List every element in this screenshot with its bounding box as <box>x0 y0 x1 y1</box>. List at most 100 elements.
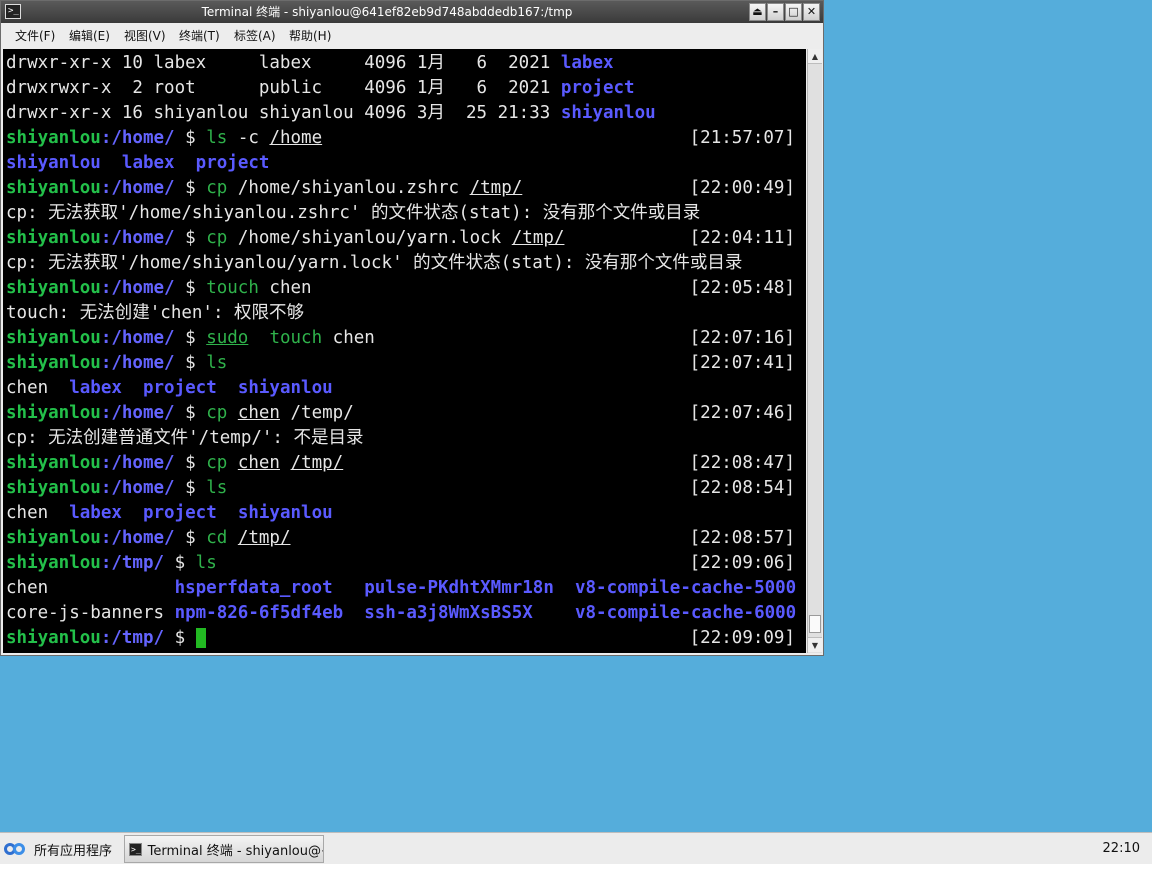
menu-terminal[interactable]: 终端(T) <box>179 23 220 49</box>
terminal-icon[interactable]: >_ <box>5 4 21 19</box>
terminal-line: shiyanlou:/tmp/ $ [22:09:09] <box>6 626 806 651</box>
terminal-text: cp: 无法获取'/home/shiyanlou.zshrc' 的文件状态(st… <box>6 203 701 223</box>
terminal-text: /tmp/ <box>469 178 523 198</box>
prompt-timestamp: [22:07:16] <box>689 328 795 348</box>
terminal-text: :/home/ <box>100 403 175 423</box>
menu-tabs[interactable]: 标签(A) <box>234 23 276 49</box>
terminal-text: :/home/ <box>100 278 175 298</box>
menu-file[interactable]: 文件(F) <box>15 23 55 49</box>
terminal-text: cp <box>206 453 228 473</box>
terminal-text: labex <box>69 503 122 523</box>
terminal-text: sudo <box>206 328 249 348</box>
terminal-text: $ <box>174 353 207 373</box>
terminal-line: shiyanlou:/tmp/ $ ls [22:09:06] <box>6 551 806 576</box>
terminal-line: cp: 无法创建普通文件'/temp/': 不是目录 <box>6 426 806 451</box>
terminal-text: /tmp/ <box>511 228 565 248</box>
menu-edit[interactable]: 编辑(E) <box>69 23 110 49</box>
terminal-text: /tmp/ <box>290 453 344 473</box>
terminal-scrollbar[interactable]: ▲ ▼ <box>807 49 822 653</box>
terminal-line: touch: 无法创建'chen': 权限不够 <box>6 301 806 326</box>
prompt-user: shiyanlou <box>6 178 101 198</box>
terminal-text: $ <box>174 128 207 148</box>
terminal-line: shiyanlou:/home/ $ cd /tmp/ [22:08:57] <box>6 526 806 551</box>
prompt-timestamp: [22:08:47] <box>689 453 795 473</box>
terminal-text: cd <box>206 528 228 548</box>
menu-help[interactable]: 帮助(H) <box>289 23 331 49</box>
terminal-text: $ <box>174 478 207 498</box>
prompt-user: shiyanlou <box>6 128 101 148</box>
terminal-text: project <box>195 153 270 173</box>
terminal-text: $ <box>164 553 196 573</box>
scrollbar-thumb[interactable] <box>809 615 821 633</box>
terminal-text: npm-826-6f5df4eb <box>174 603 344 623</box>
prompt-timestamp: [21:57:07] <box>689 128 795 148</box>
maximize-button[interactable]: □ <box>785 3 802 21</box>
terminal-line: shiyanlou:/home/ $ ls -c /home [21:57:07] <box>6 126 806 151</box>
prompt-timestamp: [22:07:41] <box>689 353 795 373</box>
terminal-output[interactable]: drwxr-xr-x 10 labex labex 4096 1月 6 2021… <box>3 49 806 653</box>
terminal-text: $ <box>164 628 196 648</box>
terminal-line: shiyanlou:/home/ $ ls [22:07:41] <box>6 351 806 376</box>
terminal-text: $ <box>174 178 207 198</box>
terminal-text: $ <box>174 453 207 473</box>
prompt-user: shiyanlou <box>6 328 101 348</box>
terminal-text: $ <box>174 328 207 348</box>
terminal-text: $ <box>174 228 207 248</box>
terminal-text: shiyanlou <box>237 378 333 398</box>
task-label: Terminal 终端 - shiyanlou@⋯ <box>147 843 324 859</box>
prompt-timestamp: [22:08:54] <box>689 478 795 498</box>
terminal-text: shiyanlou <box>560 103 656 123</box>
terminal-text: :/home/ <box>100 128 175 148</box>
terminal-text: drwxrwxr-x 2 root public 4096 1月 6 2021 <box>6 78 561 98</box>
prompt-timestamp: [22:09:09] <box>689 628 795 648</box>
window-controls: ⏏ – □ ✕ <box>748 3 820 21</box>
terminal-line: shiyanlou:/home/ $ cp /home/shiyanlou/ya… <box>6 226 806 251</box>
terminal-text: chen <box>258 278 312 298</box>
scroll-down-icon[interactable]: ▼ <box>808 637 822 652</box>
terminal-text: project <box>142 503 217 523</box>
terminal-text: cp: 无法获取'/home/shiyanlou/yarn.lock' 的文件状… <box>6 253 743 273</box>
terminal-text: project <box>142 378 217 398</box>
shade-button[interactable]: ⏏ <box>749 3 766 21</box>
terminal-line: shiyanlou:/home/ $ cp /home/shiyanlou.zs… <box>6 176 806 201</box>
terminal-text: labex <box>69 378 122 398</box>
taskbar: 所有应用程序 >_ Terminal 终端 - shiyanlou@⋯ 22:1… <box>0 832 1152 864</box>
terminal-text: shiyanlou <box>237 503 333 523</box>
terminal-icon: >_ <box>129 842 142 856</box>
prompt-user: shiyanlou <box>6 553 101 573</box>
prompt-user: shiyanlou <box>6 528 101 548</box>
terminal-line: chen labex project shiyanlou <box>6 376 806 401</box>
terminal-line: shiyanlou:/home/ $ ls [22:08:54] <box>6 476 806 501</box>
terminal-text: :/home/ <box>100 478 175 498</box>
menu-view[interactable]: 视图(V) <box>124 23 166 49</box>
applications-menu-icon <box>4 841 26 857</box>
terminal-text: $ <box>174 278 207 298</box>
prompt-timestamp: [22:05:48] <box>689 278 795 298</box>
terminal-text: ls <box>206 478 228 498</box>
scroll-up-icon[interactable]: ▲ <box>808 49 822 64</box>
close-button[interactable]: ✕ <box>803 3 820 21</box>
terminal-window: >_ Terminal 终端 - shiyanlou@641ef82eb9d74… <box>0 0 824 656</box>
terminal-line: drwxrwxr-x 2 root public 4096 1月 6 2021 … <box>6 76 806 101</box>
terminal-text: chen <box>6 578 175 598</box>
minimize-button[interactable]: – <box>767 3 784 21</box>
terminal-text: $ <box>174 528 207 548</box>
terminal-text: :/home/ <box>100 453 175 473</box>
taskbar-task-terminal[interactable]: >_ Terminal 终端 - shiyanlou@⋯ <box>124 835 324 863</box>
terminal-text: chen <box>6 378 70 398</box>
window-titlebar[interactable]: >_ Terminal 终端 - shiyanlou@641ef82eb9d74… <box>1 1 823 23</box>
terminal-text: -c <box>227 128 270 148</box>
terminal-text: ssh-a3j8WmXsBS5X <box>364 603 533 623</box>
applications-menu-button[interactable]: 所有应用程序 <box>4 836 112 862</box>
terminal-text: /home/shiyanlou.zshrc <box>227 178 470 198</box>
terminal-line: cp: 无法获取'/home/shiyanlou.zshrc' 的文件状态(st… <box>6 201 806 226</box>
